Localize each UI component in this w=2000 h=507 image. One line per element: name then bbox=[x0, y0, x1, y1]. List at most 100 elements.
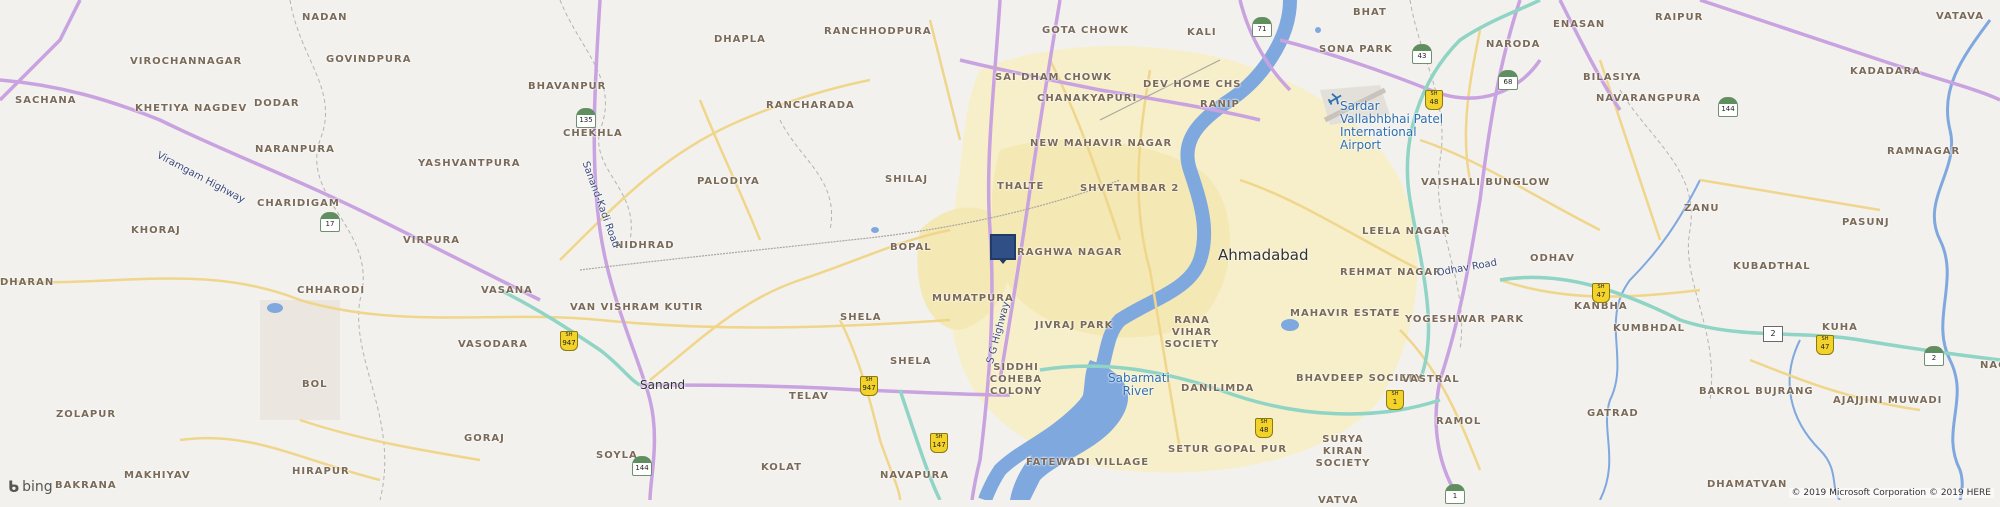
place-label: VAN VISHRAM KUTIR bbox=[570, 302, 704, 313]
place-label: AJAJJINI MUWADI bbox=[1833, 395, 1943, 406]
place-label: MAKHIYAV bbox=[124, 470, 191, 481]
place-label: RANIP bbox=[1200, 99, 1240, 110]
place-label: DODAR bbox=[254, 98, 300, 109]
bing-logo-text: bing bbox=[22, 479, 53, 495]
place-label: SAI DHAM CHOWK bbox=[995, 72, 1112, 83]
place-label: KOLAT bbox=[761, 462, 802, 473]
place-label: NARODA bbox=[1486, 39, 1541, 50]
route-shield: SH 48 bbox=[1425, 90, 1443, 110]
place-label: RANA VIHAR SOCIETY bbox=[1164, 315, 1220, 350]
place-label: MAHAVIR ESTATE bbox=[1290, 308, 1401, 319]
place-label: YOGESHWAR PARK bbox=[1405, 314, 1525, 325]
place-label: Sanand bbox=[640, 378, 686, 392]
place-label: VASTRAL bbox=[1402, 374, 1460, 385]
pin-icon[interactable] bbox=[990, 234, 1016, 264]
place-label: DHARAN bbox=[0, 277, 55, 288]
place-label: NARANPURA bbox=[255, 144, 335, 155]
place-label: PASUNJ bbox=[1842, 217, 1890, 228]
bing-b-icon: ᑲ bbox=[8, 478, 20, 496]
place-label: SHVETAMBAR 2 bbox=[1080, 183, 1180, 194]
place-label: SACHANA bbox=[15, 95, 77, 106]
place-label: BOPAL bbox=[890, 242, 932, 253]
place-label: HIRAPUR bbox=[292, 466, 350, 477]
place-label: ZANU bbox=[1684, 203, 1720, 214]
route-shield: SH 47 bbox=[1592, 283, 1610, 303]
route-shield: 144 bbox=[1718, 97, 1738, 117]
place-label: YASHVANTPURA bbox=[418, 158, 521, 169]
place-label: GOVINDPURA bbox=[326, 54, 412, 65]
route-shield: 2 bbox=[1924, 346, 1944, 366]
place-label: ZOLAPUR bbox=[56, 409, 117, 420]
place-label: FATEWADI VILLAGE bbox=[1026, 457, 1150, 468]
place-label: NAVAPURA bbox=[880, 470, 950, 481]
place-label: KHETIYA NAGDEV bbox=[135, 103, 248, 114]
place-label: REHMAT NAGAR bbox=[1340, 267, 1442, 278]
place-label: SHELA bbox=[890, 356, 932, 367]
place-label: CHHARODI bbox=[297, 285, 366, 296]
route-shield: 2 bbox=[1763, 326, 1783, 342]
place-label: SETUR GOPAL PUR bbox=[1168, 444, 1288, 455]
place-label: RAMNAGAR bbox=[1887, 146, 1961, 157]
place-label: RAMOL bbox=[1436, 416, 1482, 427]
place-label: SHILAJ bbox=[885, 174, 929, 185]
place-label: VATAVA bbox=[1936, 11, 1984, 22]
place-label: JIVRAJ PARK bbox=[1035, 320, 1114, 331]
water-label: Sabarmati River bbox=[1108, 371, 1170, 398]
place-label: NADAN bbox=[302, 12, 348, 23]
place-label: BHAT bbox=[1353, 7, 1387, 18]
route-shield: 144 bbox=[632, 456, 652, 476]
route-shield: 135 bbox=[576, 108, 596, 128]
place-label: BAKROL BUJRANG bbox=[1699, 386, 1814, 397]
route-shield: 71 bbox=[1252, 17, 1272, 37]
place-label: VAISHALI BUNGLOW bbox=[1421, 177, 1551, 188]
place-label: ENASAN bbox=[1553, 19, 1606, 30]
place-label: THALTE bbox=[997, 181, 1045, 192]
copyright-text: © 2019 Microsoft Corporation © 2019 HERE bbox=[1788, 488, 1994, 498]
place-label: CHEKHLA bbox=[563, 128, 623, 139]
place-label: DANILIMDA bbox=[1181, 383, 1255, 394]
place-label: SURYA KIRAN SOCIETY bbox=[1315, 434, 1371, 469]
place-label: LEELA NAGAR bbox=[1362, 226, 1451, 237]
place-label: SIDDHI COHEBA COLONY bbox=[989, 362, 1043, 397]
route-shield: SH 47 bbox=[1816, 335, 1834, 355]
route-shield: SH 1 bbox=[1386, 390, 1404, 410]
place-label: DHAMATVAN bbox=[1707, 479, 1788, 490]
place-label: RANCHHODPURA bbox=[824, 26, 932, 37]
place-label: KADADARA bbox=[1850, 66, 1922, 77]
place-label: CHARIDIGAM bbox=[257, 198, 340, 209]
place-label: DEV HOME CHS bbox=[1143, 79, 1242, 90]
place-label: RAGHWA NAGAR bbox=[1017, 247, 1123, 258]
place-label: VASODARA bbox=[458, 339, 528, 350]
bing-logo-icon[interactable]: ᑲ bing bbox=[8, 478, 53, 496]
place-label: TELAV bbox=[789, 391, 829, 402]
place-label: RANCHARADA bbox=[766, 100, 855, 111]
place-label: NIDHRAD bbox=[615, 240, 675, 251]
place-label: NAVARANGPURA bbox=[1596, 93, 1702, 104]
place-label: SOYLA bbox=[596, 450, 638, 461]
place-label: DHAPLA bbox=[714, 34, 766, 45]
place-label: KUBADTHAL bbox=[1733, 261, 1811, 272]
place-label: BHAVANPUR bbox=[528, 81, 607, 92]
route-shield: SH 947 bbox=[560, 331, 578, 351]
place-label: CHANAKYAPURI bbox=[1037, 93, 1138, 104]
route-shield: SH 48 bbox=[1255, 418, 1273, 438]
route-shield: 68 bbox=[1498, 70, 1518, 90]
route-shield: SH 147 bbox=[930, 433, 948, 453]
place-label: KUMBHDAL bbox=[1613, 323, 1686, 334]
place-label: GOTA CHOWK bbox=[1042, 25, 1129, 36]
place-label: VIRPURA bbox=[403, 235, 461, 246]
place-label: BAKRANA bbox=[55, 480, 117, 491]
place-label: NEW MAHAVIR NAGAR bbox=[1030, 138, 1173, 149]
place-label: KALI bbox=[1187, 27, 1217, 38]
place-label: RAIPUR bbox=[1655, 12, 1704, 23]
place-label: KUHA bbox=[1822, 322, 1858, 333]
place-label: KHORAJ bbox=[131, 225, 181, 236]
place-label: VATVA bbox=[1318, 495, 1359, 506]
place-label: SHELA bbox=[840, 312, 882, 323]
city-label: Ahmadabad bbox=[1218, 246, 1309, 264]
place-label: GATRAD bbox=[1587, 408, 1639, 419]
place-label: SONA PARK bbox=[1319, 44, 1393, 55]
place-label: VIROCHANNAGAR bbox=[130, 56, 243, 67]
place-label: ODHAV bbox=[1530, 253, 1575, 264]
route-shield: SH 947 bbox=[860, 376, 878, 396]
